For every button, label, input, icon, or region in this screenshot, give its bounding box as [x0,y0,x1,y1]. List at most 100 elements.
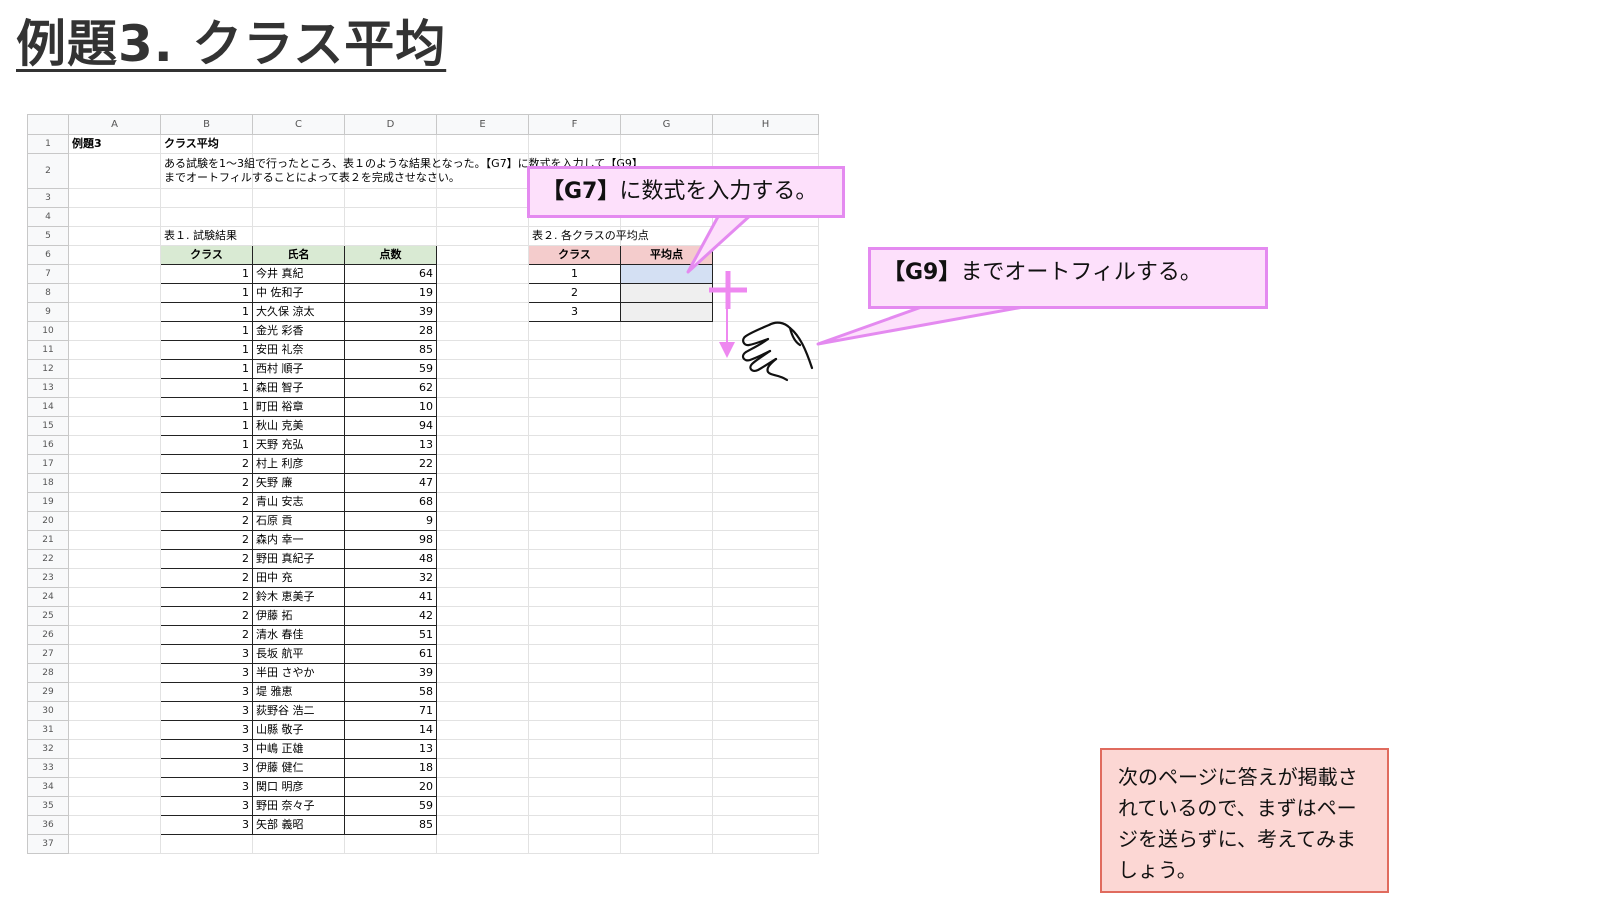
row-header[interactable]: 3 [27,188,69,208]
cell[interactable] [436,283,529,303]
name-cell[interactable]: 矢部 義昭 [252,815,345,835]
cell[interactable] [436,416,529,436]
cell[interactable] [68,777,161,797]
cell[interactable] [528,834,621,854]
cell[interactable] [528,625,621,645]
column-header-e[interactable]: E [436,114,529,135]
cell[interactable] [620,701,713,721]
name-cell[interactable]: 中嶋 正雄 [252,739,345,759]
cell[interactable] [68,511,161,531]
class-cell[interactable]: 3 [160,644,253,664]
cell[interactable] [68,606,161,626]
cell[interactable] [712,264,819,284]
row-header[interactable]: 25 [27,606,69,626]
name-cell[interactable]: 金光 彩香 [252,321,345,341]
table1-header[interactable]: 氏名 [252,245,345,265]
cell[interactable] [620,682,713,702]
score-cell[interactable]: 71 [344,701,437,721]
cell[interactable] [712,134,819,154]
score-cell[interactable]: 9 [344,511,437,531]
table2-header[interactable]: 平均点 [620,245,713,265]
cell[interactable] [528,587,621,607]
name-cell[interactable]: 鈴木 恵美子 [252,587,345,607]
name-cell[interactable]: 半田 さやか [252,663,345,683]
row-header[interactable]: 4 [27,207,69,227]
cell[interactable] [344,226,437,246]
cell[interactable] [436,701,529,721]
class-cell[interactable]: 1 [160,321,253,341]
cell-g7-selected[interactable] [620,264,713,284]
cell[interactable] [528,549,621,569]
cell[interactable] [712,682,819,702]
cell[interactable] [68,245,161,265]
cell[interactable] [620,454,713,474]
cell[interactable] [712,815,819,835]
cell[interactable] [528,397,621,417]
cell[interactable] [68,739,161,759]
cell[interactable] [712,625,819,645]
name-cell[interactable]: 野田 真紀子 [252,549,345,569]
class-cell[interactable]: 1 [160,416,253,436]
cell[interactable] [620,492,713,512]
score-cell[interactable]: 48 [344,549,437,569]
cell[interactable] [712,549,819,569]
column-header-d[interactable]: D [344,114,437,135]
cell[interactable] [712,416,819,436]
cell-b1[interactable]: クラス平均 [160,134,253,154]
cell[interactable] [620,587,713,607]
table1-caption-cell[interactable]: 表１. 試験結果 [160,226,253,246]
class-cell[interactable]: 1 [160,340,253,360]
score-cell[interactable]: 85 [344,340,437,360]
row-header[interactable]: 1 [27,134,69,154]
table2-class-cell[interactable]: 3 [528,302,621,322]
name-cell[interactable]: 安田 礼奈 [252,340,345,360]
cell[interactable] [528,720,621,740]
row-header[interactable]: 5 [27,226,69,246]
cell[interactable] [620,416,713,436]
cell[interactable] [712,359,819,379]
name-cell[interactable]: 村上 利彦 [252,454,345,474]
cell[interactable] [712,701,819,721]
row-header[interactable]: 6 [27,245,69,265]
cell[interactable] [712,226,819,246]
cell[interactable] [436,834,529,854]
row-header[interactable]: 24 [27,587,69,607]
row-header[interactable]: 16 [27,435,69,455]
score-cell[interactable]: 20 [344,777,437,797]
cell[interactable] [436,473,529,493]
cell[interactable] [436,682,529,702]
table2-caption-cell[interactable]: 表２. 各クラスの平均点 [528,226,649,246]
score-cell[interactable]: 13 [344,435,437,455]
score-cell[interactable]: 58 [344,682,437,702]
name-cell[interactable]: 山縣 敬子 [252,720,345,740]
class-cell[interactable]: 1 [160,302,253,322]
score-cell[interactable]: 39 [344,663,437,683]
class-cell[interactable]: 1 [160,397,253,417]
cell[interactable] [68,454,161,474]
cell[interactable] [620,777,713,797]
cell[interactable] [712,321,819,341]
cell[interactable] [68,153,161,189]
cell[interactable] [712,397,819,417]
cell[interactable] [436,264,529,284]
class-cell[interactable]: 1 [160,283,253,303]
cell[interactable] [712,454,819,474]
name-cell[interactable]: 石原 貢 [252,511,345,531]
cell[interactable] [252,134,345,154]
cell[interactable] [620,340,713,360]
cell[interactable] [160,188,253,208]
cell[interactable] [68,340,161,360]
cell[interactable] [68,435,161,455]
score-cell[interactable]: 94 [344,416,437,436]
row-header[interactable]: 34 [27,777,69,797]
column-header-g[interactable]: G [620,114,713,135]
cell[interactable] [620,663,713,683]
class-cell[interactable]: 3 [160,777,253,797]
cell[interactable] [68,416,161,436]
cell[interactable] [712,340,819,360]
cell[interactable] [528,682,621,702]
cell[interactable] [528,739,621,759]
cell[interactable] [620,435,713,455]
cell[interactable] [436,245,529,265]
cell[interactable] [620,739,713,759]
